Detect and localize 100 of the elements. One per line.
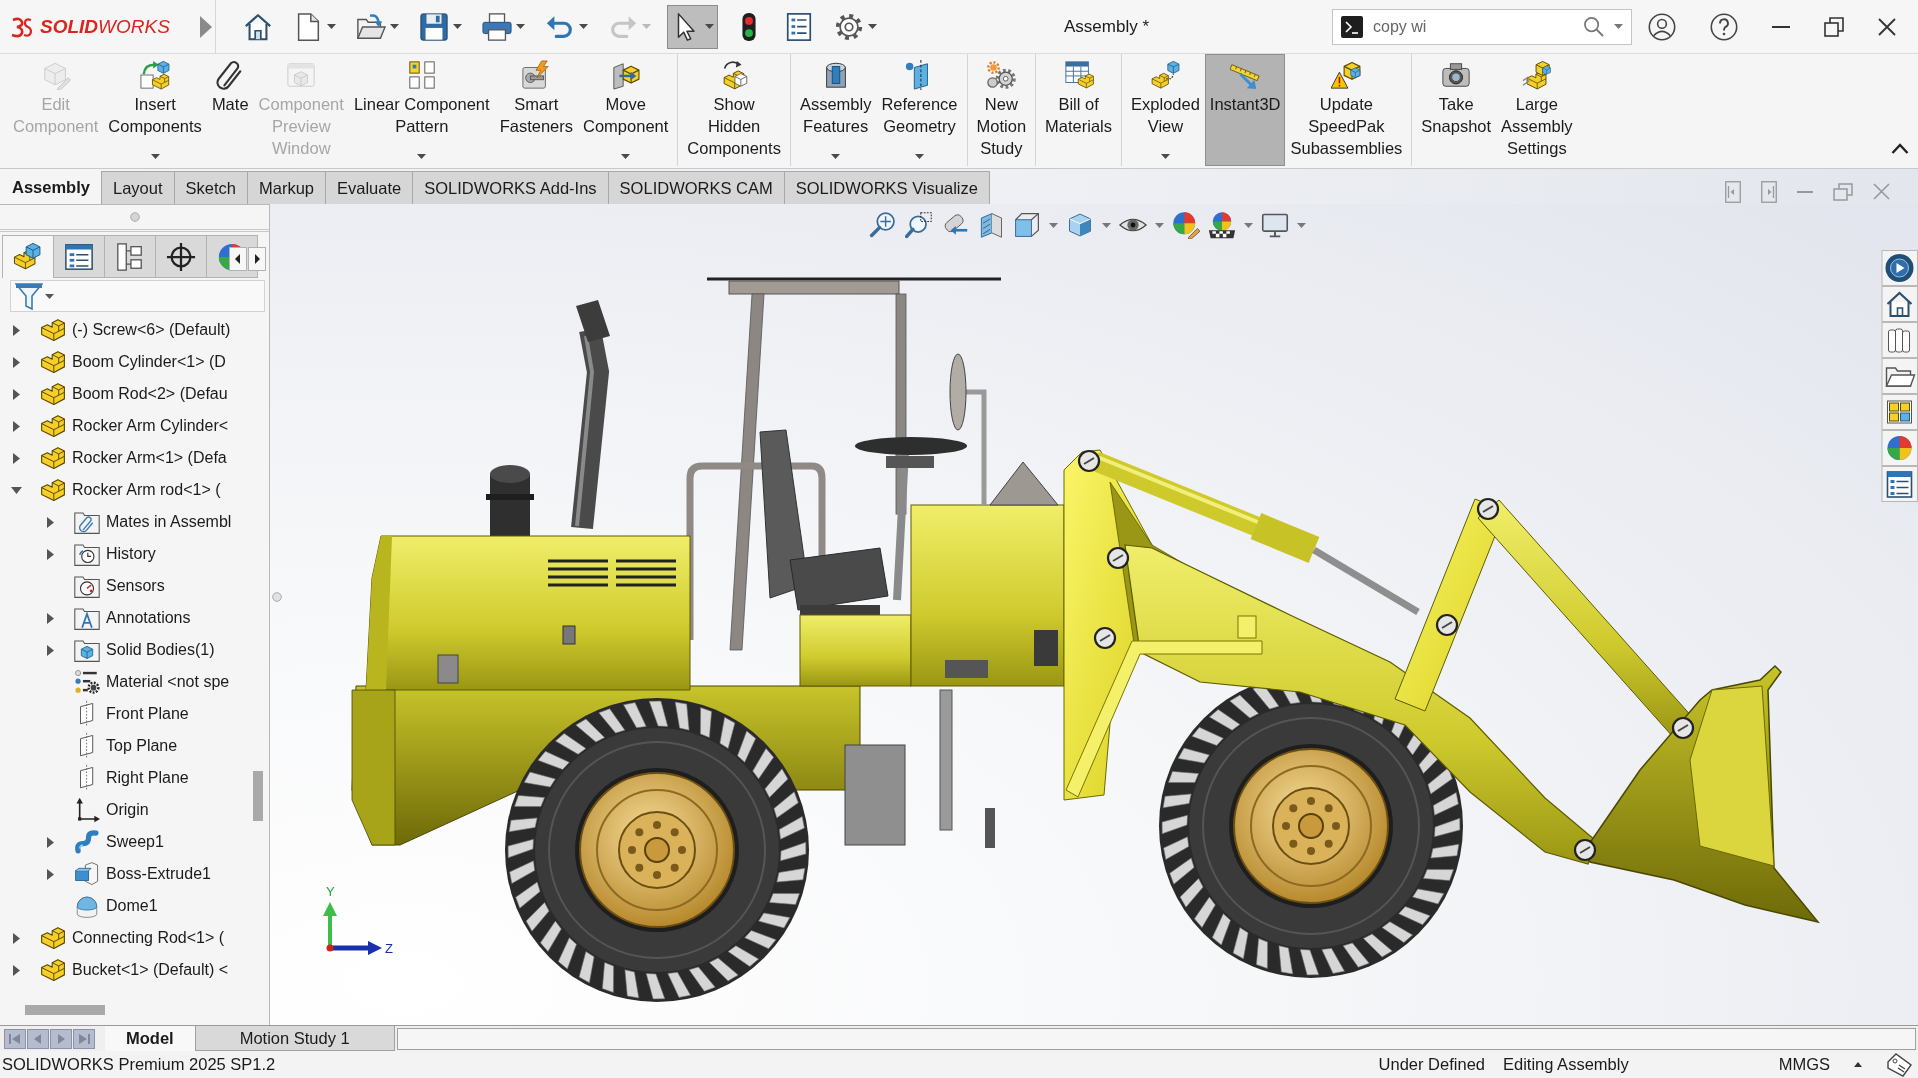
tag-icon[interactable] <box>1886 1052 1912 1077</box>
caret-right-icon[interactable] <box>12 388 20 400</box>
tree-item[interactable]: Bucket<1> (Default) < <box>72 961 229 979</box>
select-button[interactable] <box>667 4 718 49</box>
caret-down-icon[interactable] <box>327 24 336 29</box>
caret-down-icon[interactable] <box>621 154 631 159</box>
skip-end-icon[interactable] <box>73 1028 95 1049</box>
caret-right-icon[interactable] <box>12 356 20 368</box>
close-icon[interactable] <box>1878 17 1896 36</box>
tree-item[interactable]: Boss-Extrude1 <box>106 865 211 883</box>
tree-item[interactable]: Origin <box>106 801 149 819</box>
motion-study-button[interactable]: New Motion Study <box>971 54 1032 166</box>
caret-right-icon[interactable] <box>12 932 20 944</box>
magnifier-icon[interactable] <box>869 211 897 239</box>
skip-start-icon[interactable] <box>4 1028 26 1049</box>
command-tab[interactable]: Layout <box>100 171 175 204</box>
caret-right-icon[interactable] <box>46 612 54 624</box>
caret-right-icon[interactable] <box>12 420 20 432</box>
tree-item[interactable]: Mates in Assembl <box>106 513 232 531</box>
show-hidden-button[interactable]: Show Hidden Components <box>682 54 786 166</box>
tree-item[interactable]: Rocker Arm Cylinder< <box>72 417 229 435</box>
caret-right-icon[interactable] <box>12 324 20 336</box>
caret-right-icon[interactable] <box>46 836 54 848</box>
caret-down-icon[interactable] <box>417 154 427 159</box>
smart-fasteners-button[interactable]: Smart Fasteners <box>494 54 578 166</box>
caret-down-icon[interactable] <box>579 24 588 29</box>
search-field[interactable]: copy wi <box>1332 8 1632 45</box>
caret-down-icon[interactable] <box>10 486 22 494</box>
bottom-tab[interactable]: Model <box>105 1026 195 1051</box>
tree-item[interactable]: History <box>106 545 156 563</box>
caret-down-icon[interactable] <box>150 154 160 159</box>
tree-item[interactable]: (-) Screw<6> (Default) <box>72 321 231 339</box>
scrollbar-thumb[interactable] <box>253 771 263 821</box>
caret-down-icon[interactable] <box>516 24 525 29</box>
minimize-icon[interactable] <box>1772 25 1790 28</box>
home-icon[interactable] <box>1881 286 1918 322</box>
mate-button[interactable]: Mate <box>206 54 254 166</box>
folder-icon[interactable] <box>1881 358 1918 394</box>
tree-item[interactable]: Front Plane <box>106 705 189 723</box>
caret-down-icon[interactable] <box>915 154 924 159</box>
assembly-settings-button[interactable]: Large Assembly Settings <box>1496 54 1578 166</box>
command-tab[interactable]: Sketch <box>173 171 248 204</box>
speedpak-button[interactable]: Update SpeedPak Subassemblies <box>1285 54 1408 166</box>
caret-right-icon[interactable] <box>12 452 20 464</box>
caret-down-icon[interactable] <box>390 24 399 29</box>
insert-components-button[interactable]: Insert Components <box>103 54 207 166</box>
tree-item[interactable]: Boom Cylinder<1> (D <box>72 353 226 371</box>
caret-down-icon[interactable] <box>453 24 462 29</box>
caret-down-icon[interactable] <box>1155 222 1164 228</box>
shaded-cube-icon[interactable] <box>1066 211 1094 239</box>
instant3d-button[interactable]: Instant3D <box>1204 54 1286 166</box>
command-tab[interactable]: SOLIDWORKS Add-Ins <box>412 171 609 204</box>
command-tab[interactable]: SOLIDWORKS CAM <box>607 171 785 204</box>
view-cube-icon[interactable] <box>1013 211 1041 239</box>
palette-grid-icon[interactable] <box>1881 394 1918 430</box>
tree-item[interactable]: Right Plane <box>106 769 189 787</box>
tree-item[interactable]: Solid Bodies(1) <box>106 641 215 659</box>
caret-right-icon[interactable] <box>46 868 54 880</box>
tree-item[interactable]: Dome1 <box>106 897 158 915</box>
panel-tab[interactable] <box>104 235 156 278</box>
snapshot-button[interactable]: Take Snapshot <box>1416 54 1497 166</box>
search-icon[interactable] <box>1583 16 1604 37</box>
list-icon[interactable] <box>1881 466 1918 502</box>
tree-item[interactable]: Material <not spe <box>106 673 230 691</box>
color-ball-pencil-icon[interactable] <box>1172 211 1200 239</box>
move-component-button[interactable]: Move Component <box>578 54 674 166</box>
restore-icon[interactable] <box>1824 16 1844 37</box>
books-icon[interactable] <box>1881 322 1918 358</box>
command-tab[interactable]: Evaluate <box>325 171 414 204</box>
globe-icon[interactable] <box>1881 250 1918 286</box>
tree-item[interactable]: Sensors <box>106 577 165 595</box>
bottom-tab[interactable]: Motion Study 1 <box>194 1026 395 1051</box>
filter-field[interactable] <box>10 280 265 312</box>
help-icon[interactable] <box>1710 12 1738 41</box>
chevron-up-icon[interactable] <box>1891 143 1909 154</box>
tree-item[interactable]: Boom Rod<2> (Defau <box>72 385 228 403</box>
caret-up-icon[interactable] <box>1854 1062 1862 1067</box>
caret-down-icon[interactable] <box>868 24 877 29</box>
tree-item[interactable]: Annotations <box>106 609 191 627</box>
caret-down-icon[interactable] <box>45 293 54 299</box>
caret-down-icon[interactable] <box>1049 222 1058 228</box>
linear-pattern-button[interactable]: Linear Component Pattern <box>348 54 495 166</box>
command-tab[interactable]: Markup <box>246 171 326 204</box>
panel-tab[interactable] <box>155 235 207 278</box>
caret-down-icon[interactable] <box>1102 222 1111 228</box>
caret-down-icon[interactable] <box>705 24 714 29</box>
caret-down-icon[interactable] <box>1297 222 1306 228</box>
bill-of-materials-button[interactable]: Bill of Materials <box>1040 54 1118 166</box>
caret-right-icon[interactable] <box>12 964 20 976</box>
command-tab[interactable]: SOLIDWORKS Visualize <box>783 171 990 204</box>
magnifier-area-icon[interactable] <box>905 211 933 239</box>
panel-tab[interactable] <box>53 235 105 278</box>
tree-item[interactable]: Connecting Rod<1> ( <box>72 929 225 947</box>
scene-ball-icon[interactable] <box>1208 211 1236 239</box>
tree-item[interactable]: Rocker Arm<1> (Defa <box>72 449 227 467</box>
panel-tab[interactable] <box>2 235 54 278</box>
caret-right-icon[interactable] <box>46 516 54 528</box>
units-selector[interactable]: MMGS <box>1778 1055 1830 1074</box>
reference-geometry-button[interactable]: Reference Geometry <box>876 54 963 166</box>
tile-right-icon[interactable] <box>1761 180 1777 203</box>
